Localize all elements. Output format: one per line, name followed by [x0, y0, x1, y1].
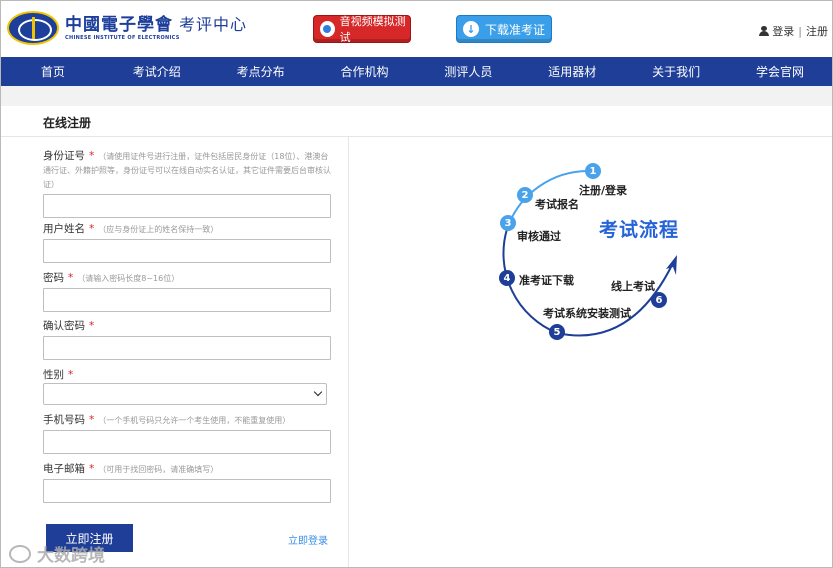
- id-number-label-row: 身份证号 * （请使用证件号进行注册，证件包括居民身份证（18位）、港澳台通行证、外…: [43, 149, 331, 191]
- page-title: 在线注册: [43, 116, 92, 130]
- site-header: 中國電子學會 考评中心 CHINESE INSTITUTE OF ELECTRON…: [1, 1, 832, 57]
- gender-field: 性别 *: [43, 368, 331, 405]
- page-frame: 中國電子學會 考评中心 CHINESE INSTITUTE OF ELECTRON…: [0, 0, 833, 568]
- title-divider: [1, 136, 832, 137]
- watermark-logo-icon: [9, 544, 31, 563]
- link-separator: |: [798, 24, 802, 38]
- breadcrumb-bar: [1, 86, 832, 106]
- email-hint: （可用于找回密码，请准确填写）: [98, 465, 219, 474]
- gender-label-row: 性别 *: [43, 368, 331, 382]
- phone-input[interactable]: [43, 430, 331, 454]
- username-label: 用户姓名: [43, 223, 85, 235]
- phone-field: 手机号码 * （一个手机号码只允许一个考生使用，不能重复使用）: [43, 413, 331, 454]
- required-mark: *: [89, 414, 95, 426]
- logo-text: 中國電子學會 考评中心 CHINESE INSTITUTE OF ELECTRON…: [65, 15, 247, 41]
- confirm-password-field: 确认密码 *: [43, 319, 331, 360]
- download-ticket-label: 下载准考证: [485, 22, 546, 37]
- username-hint: （应与身份证上的姓名保持一致）: [98, 225, 219, 234]
- nav-item-assessors[interactable]: 测评人员: [417, 57, 521, 86]
- step-1-number: 1: [585, 163, 601, 179]
- column-divider: [348, 137, 349, 567]
- nav-item-about[interactable]: 关于我们: [624, 57, 728, 86]
- email-label: 电子邮箱: [43, 463, 85, 475]
- nav-item-home[interactable]: 首页: [1, 57, 105, 86]
- username-input[interactable]: [43, 239, 331, 263]
- av-test-button[interactable]: 音视频模拟测试: [313, 15, 411, 44]
- step-4-number: 4: [499, 270, 515, 286]
- password-label-row: 密码 * （请输入密码长度8~16位）: [43, 271, 331, 285]
- av-test-label: 音视频模拟测试: [339, 15, 406, 44]
- nav-item-partners[interactable]: 合作机构: [313, 57, 417, 86]
- logo-emblem-icon: [7, 11, 59, 45]
- id-number-input[interactable]: [43, 194, 331, 218]
- chevron-down-icon: [313, 387, 323, 397]
- process-arc: [502, 169, 677, 337]
- step-1-label: 注册/登录: [579, 184, 628, 197]
- phone-label: 手机号码: [43, 414, 85, 426]
- camera-icon: [320, 21, 335, 37]
- username-label-row: 用户姓名 * （应与身份证上的姓名保持一致）: [43, 222, 331, 236]
- step-2-label: 考试报名: [535, 198, 579, 211]
- email-label-row: 电子邮箱 * （可用于找回密码，请准确填写）: [43, 462, 331, 476]
- id-number-field: 身份证号 * （请使用证件号进行注册，证件包括居民身份证（18位）、港澳台通行证、外…: [43, 149, 331, 218]
- step-4-label: 准考证下载: [519, 274, 574, 287]
- id-number-hint: （请使用证件号进行注册，证件包括居民身份证（18位）、港澳台通行证、外籍护照等，…: [43, 152, 331, 189]
- gender-label: 性别: [43, 369, 64, 381]
- download-arrow-icon: ↓: [463, 21, 479, 37]
- username-field: 用户姓名 * （应与身份证上的姓名保持一致）: [43, 222, 331, 263]
- step-3-number: 3: [500, 215, 516, 231]
- email-field: 电子邮箱 * （可用于找回密码，请准确填写）: [43, 462, 331, 503]
- login-now-link[interactable]: 立即登录: [288, 532, 328, 547]
- logo-english: CHINESE INSTITUTE OF ELECTRONICS: [65, 35, 180, 41]
- watermark-text: 大数跨境: [37, 546, 105, 566]
- step-5-number: 5: [549, 324, 565, 340]
- process-title: 考试流程: [599, 219, 680, 241]
- download-ticket-button[interactable]: ↓ 下载准考证: [456, 15, 552, 43]
- password-hint: （请输入密码长度8~16位）: [77, 274, 180, 283]
- watermark: 大数跨境: [9, 541, 105, 566]
- required-mark: *: [68, 369, 74, 381]
- phone-label-row: 手机号码 * （一个手机号码只允许一个考生使用，不能重复使用）: [43, 413, 331, 427]
- password-input[interactable]: [43, 288, 331, 312]
- login-link[interactable]: 登录: [772, 23, 794, 39]
- id-number-label: 身份证号: [43, 150, 85, 162]
- password-field: 密码 * （请输入密码长度8~16位）: [43, 271, 331, 312]
- nav-item-test-sites[interactable]: 考点分布: [209, 57, 313, 86]
- step-3-label: 审核通过: [517, 230, 561, 243]
- nav-item-equipment[interactable]: 适用器材: [520, 57, 624, 86]
- required-mark: *: [89, 320, 95, 332]
- required-mark: *: [89, 223, 95, 235]
- step-5-label: 考试系统安装测试: [543, 307, 631, 320]
- confirm-password-label: 确认密码: [43, 320, 85, 332]
- password-label: 密码: [43, 272, 64, 284]
- site-logo[interactable]: 中國電子學會 考评中心 CHINESE INSTITUTE OF ELECTRON…: [7, 11, 247, 45]
- step-2-number: 2: [517, 187, 533, 203]
- user-links: 登录 | 注册: [759, 23, 828, 39]
- required-mark: *: [89, 150, 95, 162]
- required-mark: *: [89, 463, 95, 475]
- gender-select[interactable]: [43, 383, 327, 405]
- nav-item-official-site[interactable]: 学会官网: [728, 57, 832, 86]
- email-input[interactable]: [43, 479, 331, 503]
- confirm-password-label-row: 确认密码 *: [43, 319, 331, 333]
- exam-process-diagram: 考试流程 1 注册/登录 2 考试报名 3 审核通过 4 准考证下载 5 考试系…: [481, 151, 741, 351]
- logo-title: 中國電子學會 考评中心: [65, 15, 248, 35]
- register-link[interactable]: 注册: [806, 23, 828, 39]
- step-6-number: 6: [651, 292, 667, 308]
- nav-item-exam-intro[interactable]: 考试介绍: [105, 57, 209, 86]
- required-mark: *: [68, 272, 74, 284]
- step-6-label: 线上考试: [611, 280, 655, 293]
- user-icon: [759, 26, 770, 36]
- phone-hint: （一个手机号码只允许一个考生使用，不能重复使用）: [98, 416, 291, 425]
- main-nav: 首页 考试介绍 考点分布 合作机构 测评人员 适用器材 关于我们 学会官网: [1, 57, 832, 86]
- confirm-password-input[interactable]: [43, 336, 331, 360]
